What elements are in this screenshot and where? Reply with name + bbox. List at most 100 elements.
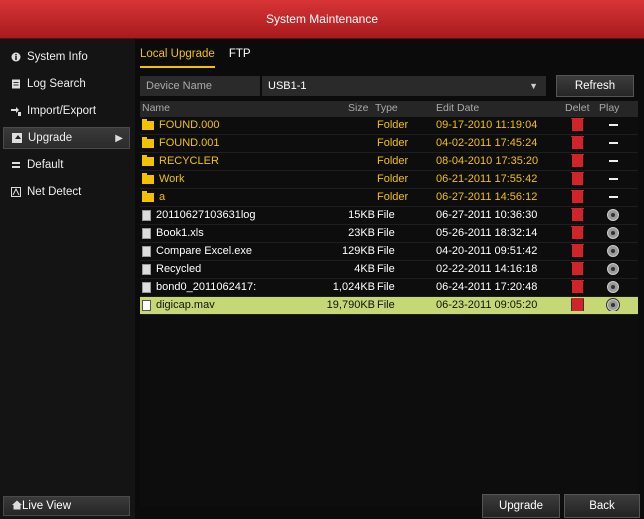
chevron-right-icon: ▶ [115,133,123,144]
sidebar-item-default[interactable]: Default [3,154,130,176]
cell-type: File [377,263,395,275]
folder-icon [142,191,154,202]
default-icon [11,160,21,170]
table-row[interactable]: Compare Excel.exe 129KB File 04-20-2011 09:… [140,243,638,261]
delete-button[interactable] [568,136,586,149]
delete-button[interactable] [568,244,586,257]
delete-button[interactable] [568,118,586,131]
sidebar-item-import-export[interactable]: Import/Export [3,100,130,122]
cell-size: 1,024KB [332,281,375,293]
cell-date: 06-27-2011 14:56:12 [436,191,538,203]
cell-type: Folder [377,137,409,149]
trash-icon [570,118,584,131]
dash-icon [608,142,618,144]
header-date[interactable]: Edit Date [436,102,479,114]
table-row[interactable]: bond0_2011062417: 1,024KB File 06-24-2011 1… [140,279,638,297]
play-disabled[interactable] [602,136,624,144]
table-row[interactable]: FOUND.001 Folder 04-02-2011 17:45:24 [140,135,638,153]
delete-button[interactable] [568,226,586,239]
tab-local-upgrade[interactable]: Local Upgrade [140,46,215,68]
header-play: Play [599,102,620,114]
delete-button[interactable] [568,190,586,203]
upgrade-button[interactable]: Upgrade [482,494,560,518]
folder-icon [142,137,154,148]
cell-name: FOUND.000 [142,119,312,131]
header-delete: Delet [565,102,590,114]
tab-ftp[interactable]: FTP [229,46,251,68]
delete-button[interactable] [568,208,586,221]
table-row[interactable]: digicap.mav 19,790KB File 06-23-2011 09:05:… [140,297,638,315]
file-name: Compare Excel.exe [156,245,252,257]
sidebar-item-label: System Info [27,51,88,63]
header-name[interactable]: Name [142,102,170,114]
play-button[interactable] [602,280,624,293]
delete-button[interactable] [568,172,586,185]
table-row[interactable]: a Folder 06-27-2011 14:56:12 [140,189,638,207]
trash-icon [570,226,584,239]
table-row[interactable]: Book1.xls 23KB File 05-26-2011 18:32:14 [140,225,638,243]
dash-icon [608,196,618,198]
delete-button[interactable] [568,154,586,167]
sidebar-item-label: Default [27,159,64,171]
back-button[interactable]: Back [564,494,640,518]
file-icon [142,209,151,221]
cell-date: 02-22-2011 14:16:18 [436,263,538,275]
trash-icon [570,154,584,167]
device-name-label: Device Name [140,76,260,96]
dash-icon [608,160,618,162]
cell-type: Folder [377,173,409,185]
delete-button[interactable] [568,280,586,293]
play-icon [607,227,619,239]
sidebar-item-system-info[interactable]: System Info [3,46,130,68]
play-button[interactable] [602,226,624,239]
refresh-button[interactable]: Refresh [556,75,634,97]
device-select[interactable]: USB1-1 ▼ [262,76,546,96]
play-disabled[interactable] [602,154,624,162]
play-disabled[interactable] [602,118,624,126]
import-export-icon [11,106,21,116]
delete-button[interactable] [568,298,586,311]
file-name: digicap.mav [156,299,215,311]
sidebar-item-label: Net Detect [27,186,82,198]
cell-name: RECYCLER [142,155,312,167]
cell-size: 15KB [348,209,375,221]
sidebar-item-label: Upgrade [28,132,73,144]
log-icon [11,79,21,89]
play-disabled[interactable] [602,172,624,180]
cell-size: 19,790KB [326,299,375,311]
table-row[interactable]: 20110627103631log 15KB File 06-27-2011 10:3… [140,207,638,225]
table-row[interactable]: FOUND.000 Folder 09-17-2010 11:19:04 [140,117,638,135]
play-icon [607,209,619,221]
play-button[interactable] [602,298,624,311]
file-name: FOUND.000 [159,119,220,131]
header-type[interactable]: Type [375,102,398,114]
play-button[interactable] [602,244,624,257]
file-table: Name Size Type Edit Date Delet Play FOUN… [140,101,638,507]
file-name: RECYCLER [159,155,219,167]
title-bar: System Maintenance [0,0,644,39]
delete-button[interactable] [568,262,586,275]
header-size[interactable]: Size [348,102,368,114]
live-view-button[interactable]: Live View [3,496,130,516]
cell-date: 08-04-2010 17:35:20 [436,155,539,167]
net-detect-icon [11,187,21,197]
play-button[interactable] [602,208,624,221]
cell-size: 4KB [354,263,375,275]
sidebar-item-log-search[interactable]: Log Search [3,73,130,95]
folder-icon [142,119,154,130]
sidebar-item-upgrade[interactable]: Upgrade ▶ [3,127,130,149]
table-row[interactable]: RECYCLER Folder 08-04-2010 17:35:20 [140,153,638,171]
sidebar-item-net-detect[interactable]: Net Detect [3,181,130,203]
file-icon [142,299,151,311]
cell-date: 04-02-2011 17:45:24 [436,137,538,149]
folder-icon [142,173,154,184]
chevron-down-icon: ▼ [529,81,538,91]
cell-date: 06-24-2011 17:20:48 [436,281,538,293]
file-icon [142,227,151,239]
play-disabled[interactable] [602,190,624,198]
play-button[interactable] [602,262,624,275]
folder-icon [142,155,154,166]
trash-icon [570,136,584,149]
table-row[interactable]: Work Folder 06-21-2011 17:55:42 [140,171,638,189]
table-row[interactable]: Recycled 4KB File 02-22-2011 14:16:18 [140,261,638,279]
